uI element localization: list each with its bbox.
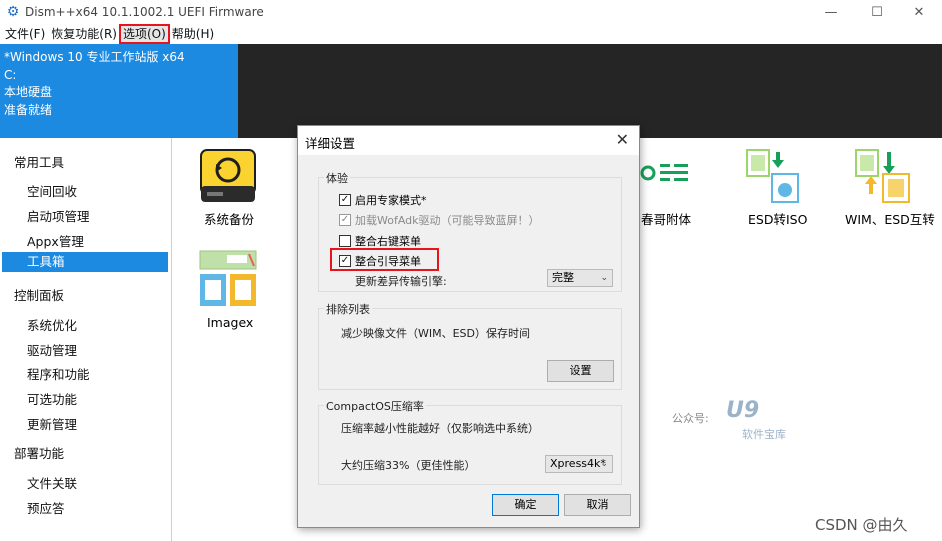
sidebar-section-control-panel[interactable]: 控制面板 — [14, 285, 64, 304]
expert-mode-option[interactable]: ✓ 启用专家模式* — [339, 192, 427, 208]
wofadk-label: 加载WofAdk驱动（可能导致蓝屏！） — [355, 214, 540, 227]
esd-to-iso-tool[interactable] — [746, 148, 802, 204]
wofadk-option: ✓ 加载WofAdk驱动（可能导致蓝屏！） — [339, 212, 540, 228]
sidebar-item-startup[interactable]: 启动项管理 — [27, 206, 90, 225]
chunge-label: 春哥附体 — [641, 212, 692, 227]
experience-group-title: 体验 — [324, 170, 350, 186]
close-button[interactable]: ✕ — [896, 0, 942, 24]
sidebar-item-appx[interactable]: Appx管理 — [27, 231, 84, 250]
exclusion-settings-button[interactable]: 设置 — [547, 360, 614, 382]
diff-engine-label: 更新差异传输引擎: — [355, 275, 447, 288]
backup-drive-icon — [200, 149, 256, 202]
system-backup-tool[interactable] — [198, 146, 258, 206]
image-list-area — [238, 44, 942, 138]
experience-group: 体验 ✓ 启用专家模式* ✓ 加载WofAdk驱动（可能导致蓝屏！） 整合右键菜… — [318, 170, 622, 292]
wofadk-checkbox: ✓ — [339, 214, 351, 226]
status-text: 准备就绪 — [4, 102, 53, 117]
chevron-down-icon: ⌄ — [600, 459, 608, 469]
window-title: Dism++x64 10.1.1002.1 UEFI Firmware — [25, 5, 264, 19]
chunge-icon — [640, 164, 688, 181]
settings-dialog: 详细设置 ✕ 体验 ✓ 启用专家模式* ✓ 加载WofAdk驱动（可能导致蓝屏！… — [297, 125, 640, 528]
sidebar-item-answer-file[interactable]: 预应答 — [27, 498, 65, 517]
compactos-desc: 压缩率越小性能越好（仅影响选中系统） — [341, 422, 539, 435]
dialog-title-bar: 详细设置 ✕ — [298, 126, 639, 155]
exclusion-group-title: 排除列表 — [324, 301, 372, 317]
sidebar-item-drivers[interactable]: 驱动管理 — [27, 340, 77, 359]
exclusion-group: 排除列表 减少映像文件（WIM、ESD）保存时间 设置 — [318, 301, 622, 390]
os-name: *Windows 10 专业工作站版 x64 — [4, 50, 185, 64]
menu-file[interactable]: 文件(F) — [2, 25, 48, 43]
exclusion-desc: 减少映像文件（WIM、ESD）保存时间 — [341, 327, 531, 340]
sidebar-section-common[interactable]: 常用工具 — [14, 152, 64, 171]
expert-mode-checkbox[interactable]: ✓ — [339, 194, 351, 206]
chevron-down-icon: ⌄ — [600, 273, 608, 283]
drive-type: 本地硬盘 — [4, 85, 53, 99]
dialog-close-icon[interactable]: ✕ — [616, 130, 629, 149]
expert-mode-label: 启用专家模式* — [355, 194, 427, 207]
sidebar-item-updates[interactable]: 更新管理 — [27, 414, 77, 433]
diff-engine-select[interactable]: 完整 ⌄ — [547, 269, 613, 287]
esd-to-iso-icon — [746, 149, 799, 203]
sidebar: 常用工具 空间回收 启动项管理 Appx管理 工具箱 控制面板 系统优化 驱动管… — [0, 138, 172, 541]
maximize-button[interactable]: ☐ — [854, 0, 900, 24]
csdn-watermark: CSDN @由久 — [815, 516, 908, 534]
sidebar-section-deploy[interactable]: 部署功能 — [14, 443, 64, 462]
system-info-panel[interactable]: *Windows 10 专业工作站版 x64 C: 本地硬盘 准备就绪 — [0, 44, 238, 138]
diff-engine-value: 完整 — [552, 271, 574, 284]
watermark-logo: U9 — [726, 398, 760, 423]
gears-icon: ⚙ — [6, 4, 20, 20]
imagex-label: Imagex — [207, 315, 254, 330]
context-menu-checkbox[interactable] — [339, 235, 351, 247]
esd-to-iso-label: ESD转ISO — [748, 212, 808, 227]
sidebar-item-toolbox[interactable]: 工具箱 — [2, 252, 168, 272]
watermark-label: 公众号: — [672, 412, 709, 425]
compression-ratio-label: 大约压缩33%（更佳性能） — [341, 459, 476, 472]
compression-ratio-value: Xpress4k* — [550, 457, 606, 470]
imagex-icon — [199, 250, 257, 306]
sidebar-item-optimize[interactable]: 系统优化 — [27, 315, 77, 334]
system-backup-label: 系统备份 — [204, 212, 255, 227]
sidebar-item-optional-features[interactable]: 可选功能 — [27, 389, 77, 408]
menu-help[interactable]: 帮助(H) — [169, 25, 217, 43]
drive-letter: C: — [4, 67, 17, 82]
compression-ratio-select[interactable]: Xpress4k* ⌄ — [545, 455, 613, 473]
sidebar-item-file-assoc[interactable]: 文件关联 — [27, 473, 77, 492]
menu-options[interactable]: 选项(O) — [118, 24, 170, 44]
wim-esd-convert-icon — [855, 149, 910, 203]
minimize-button[interactable]: — — [808, 0, 854, 24]
wim-esd-convert-tool[interactable] — [855, 148, 911, 204]
ok-button[interactable]: 确定 — [492, 494, 559, 516]
menu-restore[interactable]: 恢复功能(R) — [48, 25, 120, 43]
compactos-group-title: CompactOS压缩率 — [324, 398, 426, 414]
boot-menu-highlight — [330, 248, 439, 271]
imagex-tool[interactable] — [199, 250, 257, 308]
cancel-button[interactable]: 取消 — [564, 494, 631, 516]
sidebar-item-cleanup[interactable]: 空间回收 — [27, 181, 77, 200]
watermark-sub: 软件宝库 — [742, 428, 786, 441]
title-bar: ⚙ Dism++x64 10.1.1002.1 UEFI Firmware — … — [0, 0, 942, 24]
menu-bar: 文件(F) 恢复功能(R) 选项(O) 帮助(H) — [0, 24, 942, 44]
wim-esd-convert-label: WIM、ESD互转 — [845, 212, 935, 227]
context-menu-label: 整合右键菜单 — [355, 235, 421, 248]
compactos-group: CompactOS压缩率 压缩率越小性能越好（仅影响选中系统） 大约压缩33%（… — [318, 398, 622, 485]
dialog-title: 详细设置 — [305, 136, 356, 151]
sidebar-item-programs[interactable]: 程序和功能 — [27, 364, 90, 383]
chunge-tool[interactable] — [640, 158, 692, 188]
context-menu-option[interactable]: 整合右键菜单 — [339, 233, 421, 249]
